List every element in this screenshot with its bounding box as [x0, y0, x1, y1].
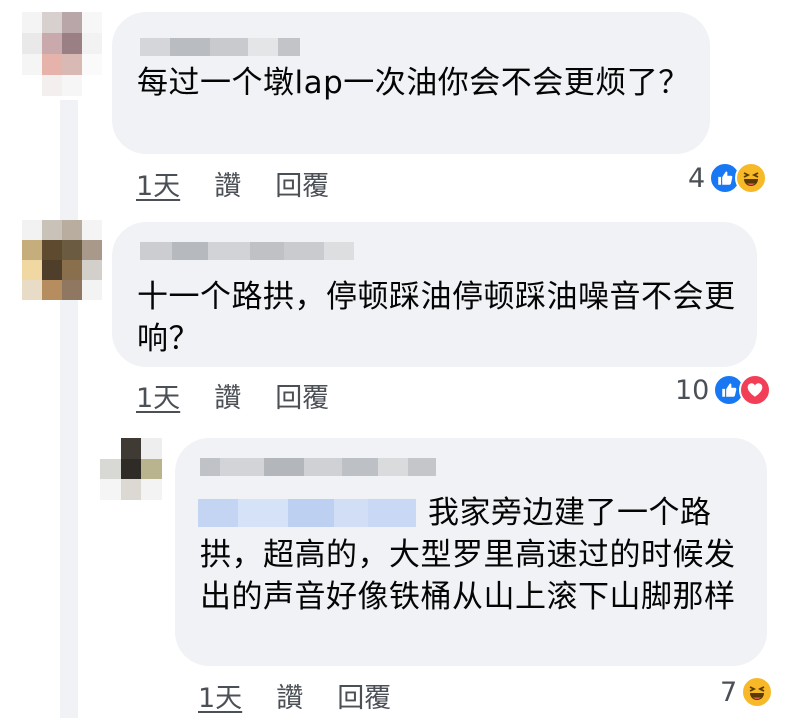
comment-actions: 1天 讚 回覆	[198, 676, 391, 715]
comment-text: 十一个路拱，停顿踩油停顿踩油噪音不会更响？	[137, 279, 736, 357]
reply-button[interactable]: 回覆	[275, 376, 329, 415]
reply-button[interactable]: 回覆	[337, 676, 391, 715]
comment-timestamp[interactable]: 1天	[198, 676, 242, 715]
comment-text: 每过一个墩lap一次油你会不会更烦了？	[137, 65, 690, 101]
reply-button[interactable]: 回覆	[275, 164, 329, 203]
haha-reaction-icon	[741, 676, 774, 708]
comment-text: 我家旁边建了一个路拱，超高的，大型罗里高速过的时候发出的声音好像铁桶从山上滚下山…	[200, 495, 736, 615]
reaction-summary[interactable]: 4	[688, 162, 768, 194]
reaction-count: 4	[688, 162, 706, 194]
avatar[interactable]	[22, 220, 102, 300]
love-reaction-icon	[739, 374, 772, 406]
commenter-name-blurred[interactable]	[140, 38, 300, 56]
reaction-summary[interactable]: 10	[675, 374, 772, 406]
avatar[interactable]	[22, 12, 102, 96]
comment-timestamp[interactable]: 1天	[136, 164, 180, 203]
reaction-count: 7	[720, 676, 738, 708]
comment-actions: 1天 讚 回覆	[136, 164, 329, 203]
like-button[interactable]: 讚	[214, 164, 241, 203]
like-button[interactable]: 讚	[276, 676, 303, 715]
comment-timestamp[interactable]: 1天	[136, 376, 180, 415]
reaction-summary[interactable]: 7	[720, 676, 774, 708]
like-button[interactable]: 讚	[214, 376, 241, 415]
reply-thread-line	[60, 100, 78, 718]
commenter-name-blurred[interactable]	[200, 458, 436, 476]
haha-reaction-icon	[735, 162, 768, 194]
comment-actions: 1天 讚 回覆	[136, 376, 329, 415]
avatar[interactable]	[100, 438, 162, 500]
reaction-count: 10	[675, 374, 710, 406]
commenter-name-blurred[interactable]	[140, 242, 354, 260]
